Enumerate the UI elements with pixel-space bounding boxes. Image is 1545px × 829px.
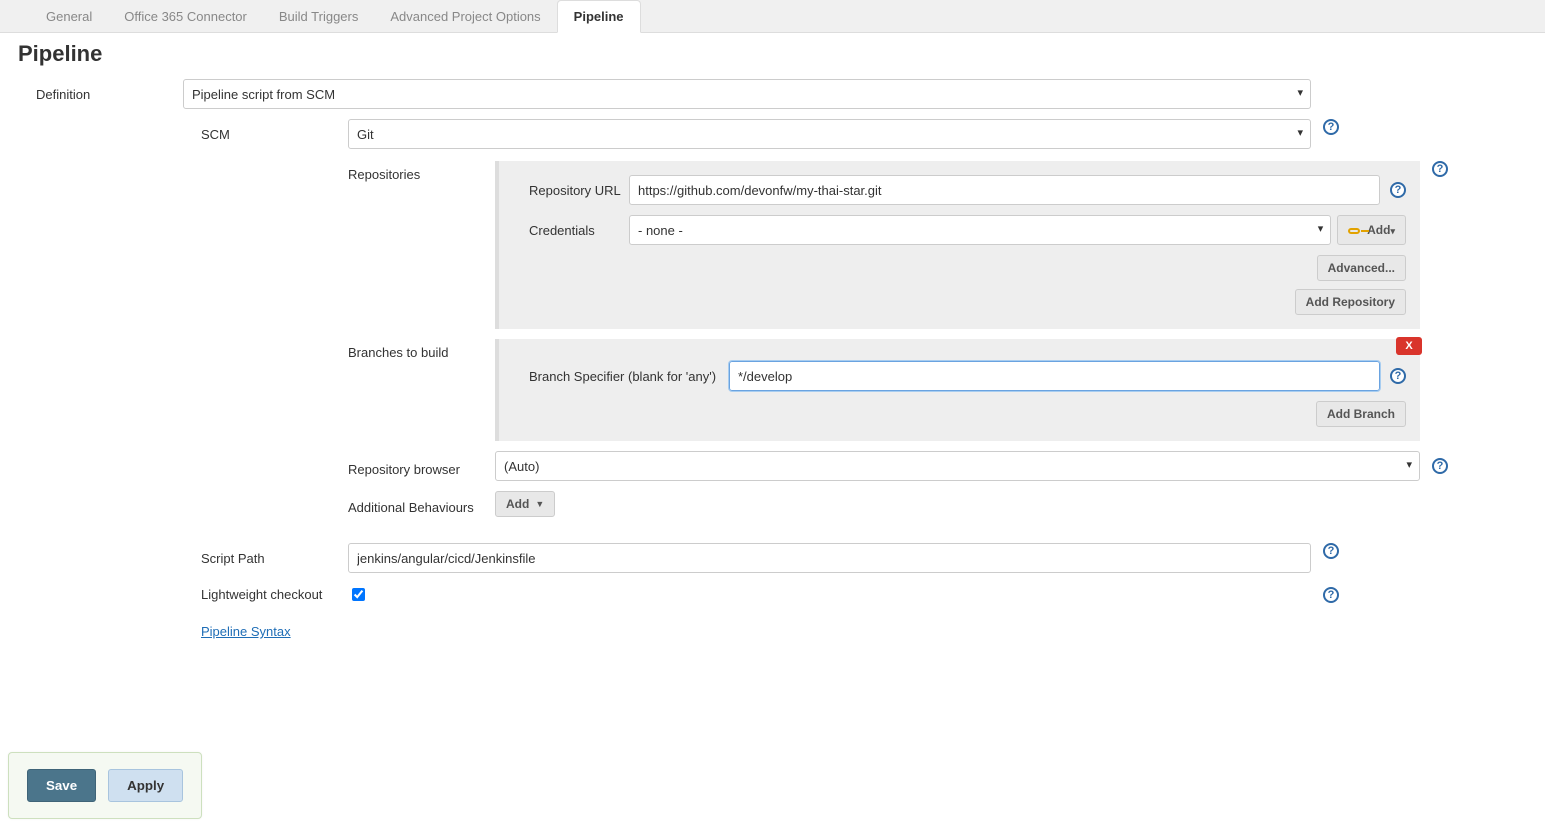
branch-specifier-label: Branch Specifier (blank for 'any') — [529, 369, 729, 384]
config-tabs: General Office 365 Connector Build Trigg… — [0, 0, 1545, 33]
repo-browser-select[interactable]: (Auto) — [495, 451, 1420, 481]
apply-button[interactable]: Apply — [108, 769, 183, 802]
section-title: Pipeline — [0, 33, 1545, 79]
branches-block: X Branch Specifier (blank for 'any') ? A… — [495, 339, 1420, 441]
add-behaviour-button[interactable]: Add ▼ — [495, 491, 555, 517]
credentials-label: Credentials — [529, 223, 629, 238]
definition-label: Definition — [18, 79, 183, 102]
script-path-label: Script Path — [201, 543, 348, 566]
help-icon[interactable]: ? — [1390, 182, 1406, 198]
branches-label: Branches to build — [348, 339, 495, 360]
add-repository-button[interactable]: Add Repository — [1295, 289, 1406, 315]
pipeline-syntax-link[interactable]: Pipeline Syntax — [201, 624, 291, 639]
delete-branch-button[interactable]: X — [1396, 337, 1422, 355]
save-button[interactable]: Save — [27, 769, 96, 802]
tab-advanced-options[interactable]: Advanced Project Options — [374, 1, 556, 32]
add-branch-button[interactable]: Add Branch — [1316, 401, 1406, 427]
repo-url-label: Repository URL — [529, 183, 629, 198]
repo-advanced-button[interactable]: Advanced... — [1317, 255, 1406, 281]
tab-pipeline[interactable]: Pipeline — [557, 0, 641, 33]
repo-url-input[interactable] — [629, 175, 1380, 205]
help-icon[interactable]: ? — [1323, 119, 1339, 135]
lightweight-checkbox[interactable] — [352, 588, 365, 601]
tab-general[interactable]: General — [30, 1, 108, 32]
chevron-down-icon: ▼ — [535, 499, 544, 509]
repo-browser-label: Repository browser — [348, 456, 495, 477]
tab-build-triggers[interactable]: Build Triggers — [263, 1, 374, 32]
key-icon — [1348, 228, 1360, 234]
repositories-label: Repositories — [348, 161, 495, 182]
lightweight-label: Lightweight checkout — [201, 587, 348, 602]
help-icon[interactable]: ? — [1323, 543, 1339, 559]
help-icon[interactable]: ? — [1432, 458, 1448, 474]
definition-select[interactable]: Pipeline script from SCM — [183, 79, 1311, 109]
repositories-block: Repository URL ? Credentials - none - — [495, 161, 1420, 329]
script-path-input[interactable] — [348, 543, 1311, 573]
scm-select[interactable]: Git — [348, 119, 1311, 149]
help-icon[interactable]: ? — [1432, 161, 1448, 177]
add-credentials-button[interactable]: Add▾ — [1337, 215, 1406, 245]
credentials-select[interactable]: - none - — [629, 215, 1331, 245]
additional-behaviours-label: Additional Behaviours — [348, 494, 495, 515]
help-icon[interactable]: ? — [1390, 368, 1406, 384]
footer-actions: Save Apply — [8, 752, 202, 819]
branch-specifier-input[interactable] — [729, 361, 1380, 391]
help-icon[interactable]: ? — [1323, 587, 1339, 603]
scm-label: SCM — [201, 119, 348, 142]
tab-office365[interactable]: Office 365 Connector — [108, 1, 263, 32]
